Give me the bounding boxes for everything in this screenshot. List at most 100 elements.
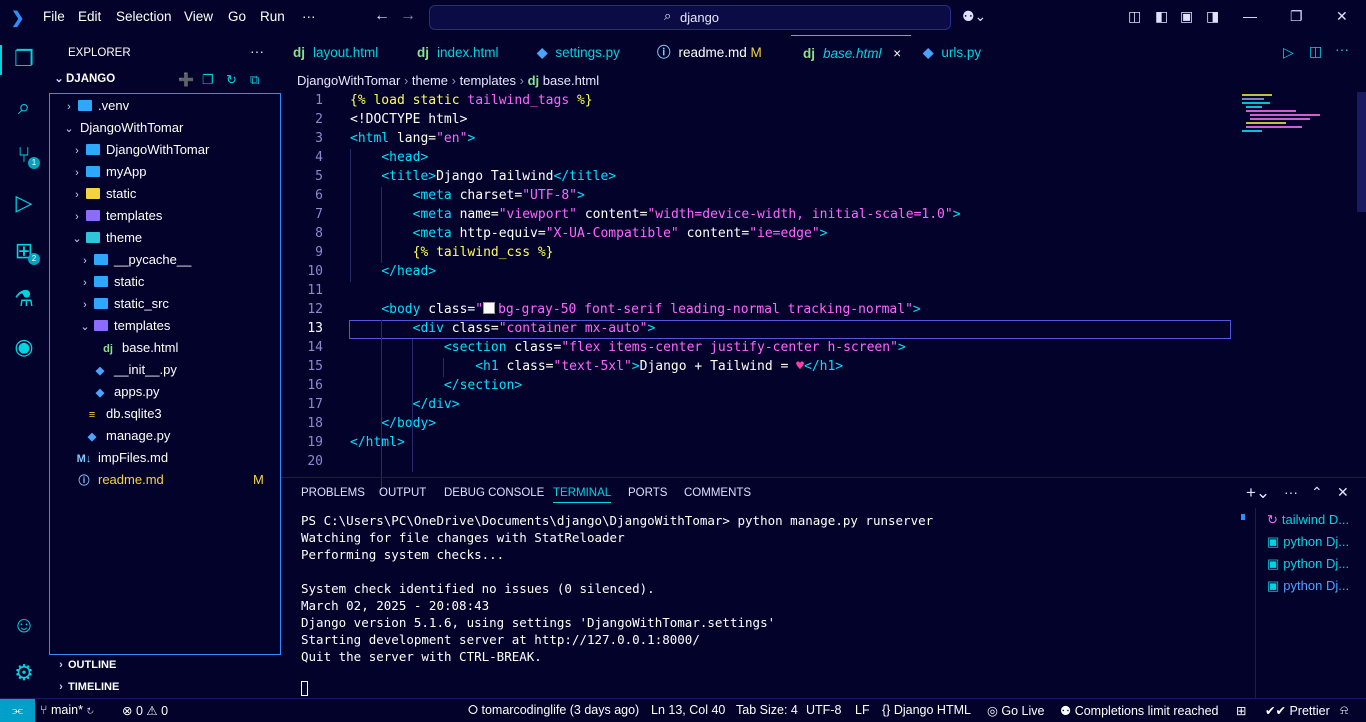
maximize-panel-icon[interactable]: ⌃ bbox=[1311, 484, 1323, 501]
code-line: <meta charset="UTF-8"> bbox=[412, 188, 585, 203]
terminal-instance[interactable]: ↻ tailwind D... bbox=[1267, 512, 1349, 528]
notifications-bell-icon[interactable]: ⍾ bbox=[1340, 703, 1348, 718]
prettier-status[interactable]: ✔✔ Prettier bbox=[1265, 703, 1330, 718]
git-blame[interactable]: ⭘ tomarcodinglife (3 days ago) bbox=[468, 703, 639, 718]
terminal-instance[interactable]: ▣ python Dj... bbox=[1267, 556, 1349, 572]
copilot-status[interactable]: ⚉ Completions limit reached bbox=[1060, 703, 1219, 718]
line-number: 15 bbox=[307, 359, 323, 374]
tree-item[interactable]: › .venv bbox=[62, 95, 129, 117]
new-file-icon[interactable]: ➕ bbox=[178, 72, 194, 88]
breadcrumb-item[interactable]: theme bbox=[412, 73, 448, 88]
branch-indicator[interactable]: ⑂ main* ↻ bbox=[40, 703, 94, 717]
tree-item[interactable]: › static bbox=[70, 183, 136, 205]
terminal-instance[interactable]: ▣ python Dj... bbox=[1267, 534, 1349, 550]
menu-go[interactable]: Go bbox=[228, 9, 246, 24]
close-tab-icon[interactable]: × bbox=[893, 46, 901, 61]
panel-more-icon[interactable]: ··· bbox=[1284, 484, 1298, 500]
close-panel-icon[interactable]: ✕ bbox=[1337, 484, 1349, 501]
tree-item[interactable]: dj base.html bbox=[86, 337, 178, 359]
tab-layout-html[interactable]: dj layout.html bbox=[281, 35, 417, 70]
toggle-panel-icon[interactable]: ▣ bbox=[1180, 8, 1193, 25]
chevron-right-icon: › bbox=[75, 145, 79, 157]
editor-scrollbar[interactable] bbox=[1357, 92, 1366, 212]
forward-arrow-icon[interactable]: → bbox=[400, 7, 416, 25]
panel-tab-terminal[interactable]: TERMINAL bbox=[553, 487, 612, 503]
account-icon[interactable]: ☺ bbox=[12, 613, 36, 637]
remote-indicator-icon[interactable]: ⫘ bbox=[0, 699, 35, 722]
encoding[interactable]: UTF-8 bbox=[806, 703, 841, 717]
refresh-icon[interactable]: ↻ bbox=[226, 72, 237, 88]
tree-item[interactable]: ⓘ readme.md M bbox=[62, 469, 264, 491]
tree-item[interactable]: M↓ impFiles.md bbox=[62, 447, 168, 469]
close-window-icon[interactable]: ✕ bbox=[1336, 8, 1348, 25]
problems-indicator[interactable]: ⊗ 0 ⚠ 0 bbox=[122, 703, 168, 718]
tree-item[interactable]: ◆ manage.py bbox=[70, 425, 171, 447]
go-live-button[interactable]: ◎ Go Live bbox=[987, 703, 1045, 718]
search-view-icon[interactable]: ⌕ bbox=[12, 95, 36, 119]
breadcrumb-item[interactable]: DjangoWithTomar bbox=[297, 73, 400, 88]
explorer-more-icon[interactable]: ··· bbox=[250, 43, 264, 59]
menu-file[interactable]: File bbox=[43, 9, 65, 24]
tree-item[interactable]: › myApp bbox=[70, 161, 146, 183]
tab-urls-py[interactable]: ◆ urls.py bbox=[911, 35, 1043, 70]
tree-item[interactable]: › static bbox=[78, 271, 144, 293]
timeline-section[interactable]: › TIMELINE bbox=[54, 681, 119, 693]
panel-tab-ports[interactable]: PORTS bbox=[628, 487, 667, 499]
restore-icon[interactable]: ❐ bbox=[1290, 8, 1303, 25]
cursor-position[interactable]: Ln 13, Col 40 bbox=[651, 703, 725, 717]
testing-icon[interactable]: ⚗ bbox=[12, 287, 36, 311]
copilot-icon[interactable]: ⚉⌄ bbox=[962, 8, 986, 25]
settings-gear-icon[interactable]: ⚙ bbox=[12, 661, 36, 685]
panel-tab-comments[interactable]: COMMENTS bbox=[684, 487, 751, 499]
toggle-primary-sidebar-icon[interactable]: ◫ bbox=[1128, 8, 1141, 25]
new-terminal-icon[interactable]: +⌄ bbox=[1246, 483, 1270, 503]
tab-index-html[interactable]: dj index.html bbox=[405, 35, 537, 70]
run-file-icon[interactable]: ▷ bbox=[1283, 44, 1294, 61]
tree-item[interactable]: ◆ __init__.py bbox=[78, 359, 177, 381]
tree-item[interactable]: › DjangoWithTomar bbox=[70, 139, 209, 161]
command-center-search[interactable]: ⌕ django bbox=[429, 5, 951, 30]
menu-selection[interactable]: Selection bbox=[116, 9, 172, 24]
menu-view[interactable]: View bbox=[184, 9, 213, 24]
tree-item[interactable]: ⌄ DjangoWithTomar bbox=[62, 117, 183, 139]
menu-edit[interactable]: Edit bbox=[78, 9, 101, 24]
tree-item[interactable]: › templates bbox=[70, 205, 162, 227]
minimize-icon[interactable]: — bbox=[1243, 8, 1257, 24]
panel-tab-output[interactable]: OUTPUT bbox=[379, 487, 426, 499]
tab-settings-py[interactable]: ◆ settings.py bbox=[525, 35, 657, 70]
menu-run[interactable]: Run bbox=[260, 9, 285, 24]
new-folder-icon[interactable]: ❐ bbox=[202, 72, 214, 88]
tab-readme-md[interactable]: ⓘ readme.md M bbox=[645, 35, 797, 70]
menu-more[interactable]: ··· bbox=[302, 9, 316, 24]
end-of-line[interactable]: LF bbox=[855, 703, 870, 717]
code-editor[interactable]: 1 2 3 4 5 6 7 8 9 10 11 12 13 14 15 16 17 18 19 20 {% load … bbox=[281, 92, 1366, 491]
split-editor-icon[interactable]: ◫ bbox=[1309, 43, 1322, 60]
workspace-root[interactable]: ⌄ DJANGO bbox=[52, 72, 115, 85]
tree-item[interactable]: › static_src bbox=[78, 293, 169, 315]
tree-item[interactable]: ≡ db.sqlite3 bbox=[70, 403, 162, 425]
breadcrumb-item[interactable]: templates bbox=[460, 73, 516, 88]
outline-section[interactable]: › OUTLINE bbox=[54, 659, 116, 671]
minimap[interactable] bbox=[1238, 92, 1358, 137]
editor-more-icon[interactable]: ··· bbox=[1335, 41, 1349, 57]
tab-base-html[interactable]: dj base.html × bbox=[791, 35, 911, 70]
panel-tab-problems[interactable]: PROBLEMS bbox=[301, 487, 365, 499]
layout-icon[interactable]: ⊞ bbox=[1236, 703, 1246, 718]
terminal-instance[interactable]: ▣ python Dj... bbox=[1267, 578, 1349, 594]
tree-item[interactable]: ⌄ templates bbox=[78, 315, 170, 337]
explorer-icon[interactable]: ❐ bbox=[12, 47, 36, 71]
tree-item[interactable]: ◆ apps.py bbox=[78, 381, 160, 403]
tree-item[interactable]: › __pycache__ bbox=[78, 249, 191, 271]
collapse-all-icon[interactable]: ⧉ bbox=[250, 72, 259, 88]
breadcrumb-item[interactable]: base.html bbox=[543, 73, 599, 88]
run-debug-icon[interactable]: ▷ bbox=[12, 191, 36, 215]
tree-item[interactable]: ⌄ theme bbox=[70, 227, 142, 249]
language-mode[interactable]: {} Django HTML bbox=[882, 703, 971, 717]
tab-size[interactable]: Tab Size: 4 bbox=[736, 703, 798, 717]
panel-tab-debug-console[interactable]: DEBUG CONSOLE bbox=[444, 487, 544, 499]
github-icon[interactable]: ◉ bbox=[12, 335, 36, 359]
chevron-right-icon: › bbox=[75, 167, 79, 179]
toggle-sidebar-icon[interactable]: ◧ bbox=[1155, 8, 1168, 25]
back-arrow-icon[interactable]: ← bbox=[374, 7, 390, 25]
toggle-secondary-sidebar-icon[interactable]: ◨ bbox=[1206, 8, 1219, 25]
